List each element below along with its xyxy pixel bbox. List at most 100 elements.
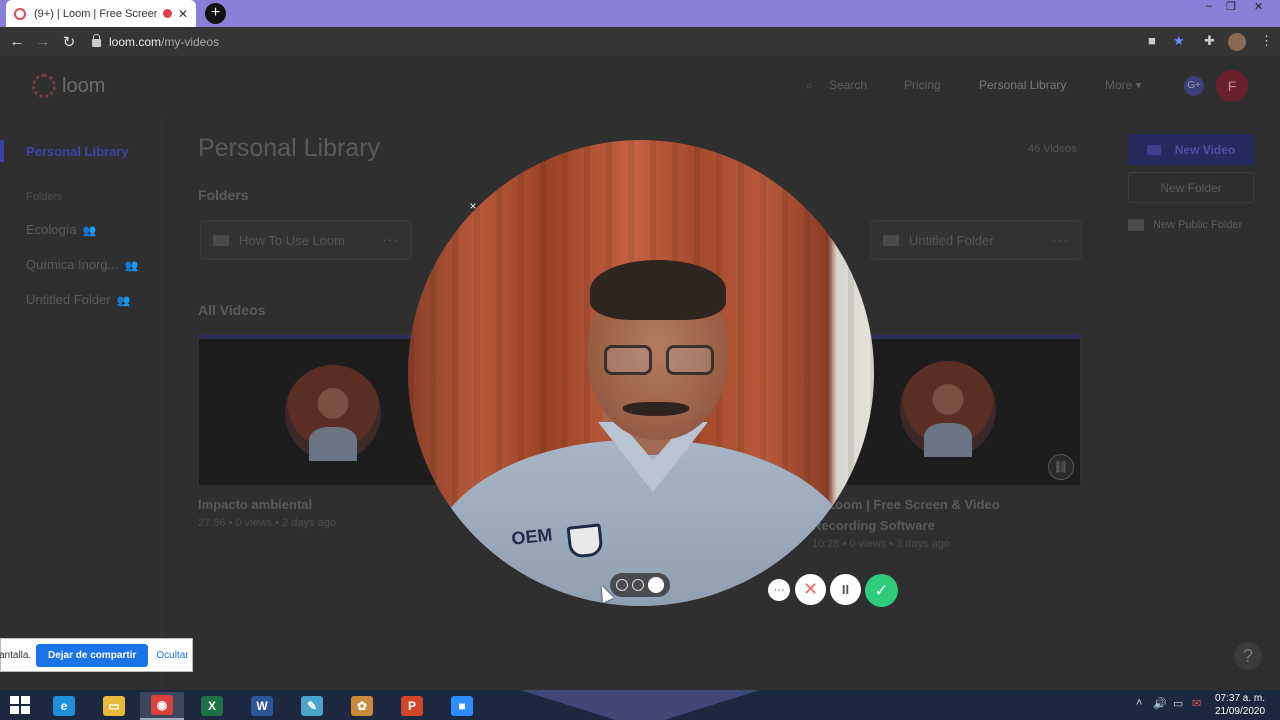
internet-explorer-icon: e [53, 696, 75, 716]
close-window-button[interactable]: ✕ [1254, 0, 1263, 16]
add-user-icon[interactable]: G+ [1184, 76, 1204, 96]
taskbar-app-paint[interactable]: ✿ [340, 692, 384, 720]
person-hair [590, 260, 726, 320]
thumbnail-top-bar [846, 335, 1080, 339]
taskbar-app-chrome[interactable]: ◉ [140, 692, 184, 720]
recording-options-button[interactable]: ··· [768, 579, 790, 601]
screen-share-bar: antalla. Dejar de compartir Ocultar [0, 638, 193, 672]
folder-card[interactable]: How To Use Loom ··· [200, 220, 412, 260]
video-count: 46 Videos [1028, 143, 1077, 155]
powerpoint-icon: P [401, 696, 423, 716]
taskbar-app-excel[interactable]: X [190, 692, 234, 720]
reload-icon[interactable]: ↻ [56, 33, 82, 51]
new-video-button[interactable]: New Video [1128, 134, 1254, 165]
help-button[interactable]: ? [1234, 642, 1262, 670]
clock-time: 07:37 a. m. [1214, 693, 1266, 704]
sidebar-item-quimica[interactable]: Química Inorg... 👥 [26, 257, 138, 272]
sidebar-item-label: Ecología [26, 222, 77, 237]
person-moustache [623, 402, 689, 416]
notes-icon: ✎ [301, 696, 323, 716]
loom-favicon-icon [14, 7, 26, 20]
notification-icon[interactable]: ✉ [1192, 697, 1201, 710]
bubble-close-icon[interactable]: × [466, 199, 480, 213]
bookmark-star-icon[interactable]: ★ [1173, 33, 1185, 51]
screen: (9+) | Loom | Free Screen & Video ✕ + – … [0, 0, 1280, 720]
new-folder-button[interactable]: New Folder [1128, 172, 1254, 203]
browser-tab-strip: (9+) | Loom | Free Screen & Video ✕ + – … [0, 0, 1280, 27]
new-public-folder-button[interactable]: New Public Folder [1128, 215, 1258, 235]
size-medium-icon[interactable] [632, 579, 644, 591]
size-small-icon[interactable] [616, 579, 628, 591]
loom-logo[interactable]: loom [32, 74, 105, 98]
excel-icon: X [201, 696, 223, 716]
back-arrow-icon[interactable]: ← [4, 33, 30, 50]
loom-header: loom ⌕ Search Pricing Personal Library M… [0, 56, 1280, 116]
zoom-icon: ■ [451, 696, 473, 716]
user-avatar[interactable]: F [1216, 70, 1248, 102]
url-path: /my-videos [161, 34, 220, 49]
folder-icon [883, 234, 899, 246]
folder-card[interactable]: Untitled Folder ··· [870, 220, 1082, 260]
video-thumbnail[interactable] [845, 334, 1081, 486]
forward-arrow-icon[interactable]: → [30, 33, 56, 50]
size-large-icon[interactable] [648, 577, 664, 593]
tab-close-icon[interactable]: ✕ [178, 7, 188, 21]
chrome-menu-icon[interactable]: ⋮ [1260, 33, 1273, 51]
shared-people-icon: 👥 [82, 225, 97, 237]
sidebar-folders-heading: Folders [26, 191, 63, 203]
more-menu[interactable]: More ▾ [1105, 78, 1142, 92]
taskbar-app-internet-explorer[interactable]: e [42, 692, 86, 720]
taskbar-app-notes[interactable]: ✎ [290, 692, 334, 720]
network-icon[interactable]: ▭ [1173, 697, 1183, 710]
video-meta: 27:56 • 0 views • 2 days ago [198, 517, 336, 529]
video-camera-icon [1146, 144, 1161, 155]
windows-start-icon[interactable] [10, 696, 30, 714]
tray-expand-icon[interactable]: ˄ [1136, 697, 1142, 709]
lock-icon [92, 33, 101, 47]
folder-name: Untitled Folder [909, 232, 994, 248]
glasses-right-lens [666, 345, 714, 375]
minimize-button[interactable]: – [1206, 0, 1212, 16]
address-bar[interactable]: loom.com/my-videos [92, 30, 1132, 53]
hide-share-bar-link[interactable]: Ocultar [156, 650, 188, 661]
taskbar-app-powerpoint[interactable]: P [390, 692, 434, 720]
restore-button[interactable]: ❐ [1226, 0, 1236, 16]
pause-recording-button[interactable]: II [830, 574, 861, 605]
cancel-recording-button[interactable]: ✕ [795, 574, 826, 605]
share-link-icon[interactable]: ⛓ [1048, 454, 1074, 480]
sidebar-item-personal-library[interactable]: Personal Library [26, 144, 129, 159]
taskbar-app-zoom[interactable]: ■ [440, 692, 484, 720]
volume-icon[interactable]: 🔊 [1153, 697, 1167, 710]
chrome-icon: ◉ [151, 695, 173, 715]
taskbar-app-file-explorer[interactable]: ▭ [92, 692, 136, 720]
shared-people-icon: 👥 [116, 295, 131, 307]
stop-sharing-button[interactable]: Dejar de compartir [36, 643, 149, 667]
new-tab-button[interactable]: + [205, 3, 226, 24]
public-folder-icon [1128, 219, 1144, 231]
taskbar-app-word[interactable]: W [240, 692, 284, 720]
personal-library-link[interactable]: Personal Library [979, 78, 1066, 92]
taskbar-clock[interactable]: 07:37 a. m. 21/09/2020 [1212, 692, 1268, 718]
thumbnail-webcam-preview [900, 361, 996, 457]
bubble-size-toggle[interactable] [610, 573, 670, 597]
file-explorer-icon: ▭ [103, 696, 125, 716]
camera-icon[interactable]: ■ [1148, 33, 1156, 51]
profile-avatar-icon[interactable] [1228, 33, 1246, 51]
video-thumbnail[interactable] [198, 334, 438, 486]
pricing-link[interactable]: Pricing [904, 78, 941, 92]
sidebar-item-untitled-folder[interactable]: Untitled Folder 👥 [26, 292, 130, 307]
folders-heading: Folders [198, 187, 249, 203]
video-title[interactable]: Impacto ambiental [198, 494, 438, 515]
all-videos-heading: All Videos [198, 302, 266, 318]
finish-recording-button[interactable]: ✓ [865, 574, 898, 607]
browser-tab-loom[interactable]: (9+) | Loom | Free Screen & Video ✕ [6, 0, 196, 27]
search-icon[interactable]: ⌕ [806, 78, 813, 93]
folder-more-icon[interactable]: ··· [1052, 231, 1069, 247]
loom-logo-icon [32, 74, 56, 98]
tab-title: (9+) | Loom | Free Screen & Video [34, 7, 157, 20]
brand-name: loom [62, 74, 106, 97]
extensions-icon[interactable]: ✚ [1204, 33, 1215, 51]
search-link[interactable]: Search [829, 78, 867, 92]
sidebar-item-ecologia[interactable]: Ecología 👥 [26, 222, 96, 237]
folder-more-icon[interactable]: ··· [382, 231, 399, 247]
